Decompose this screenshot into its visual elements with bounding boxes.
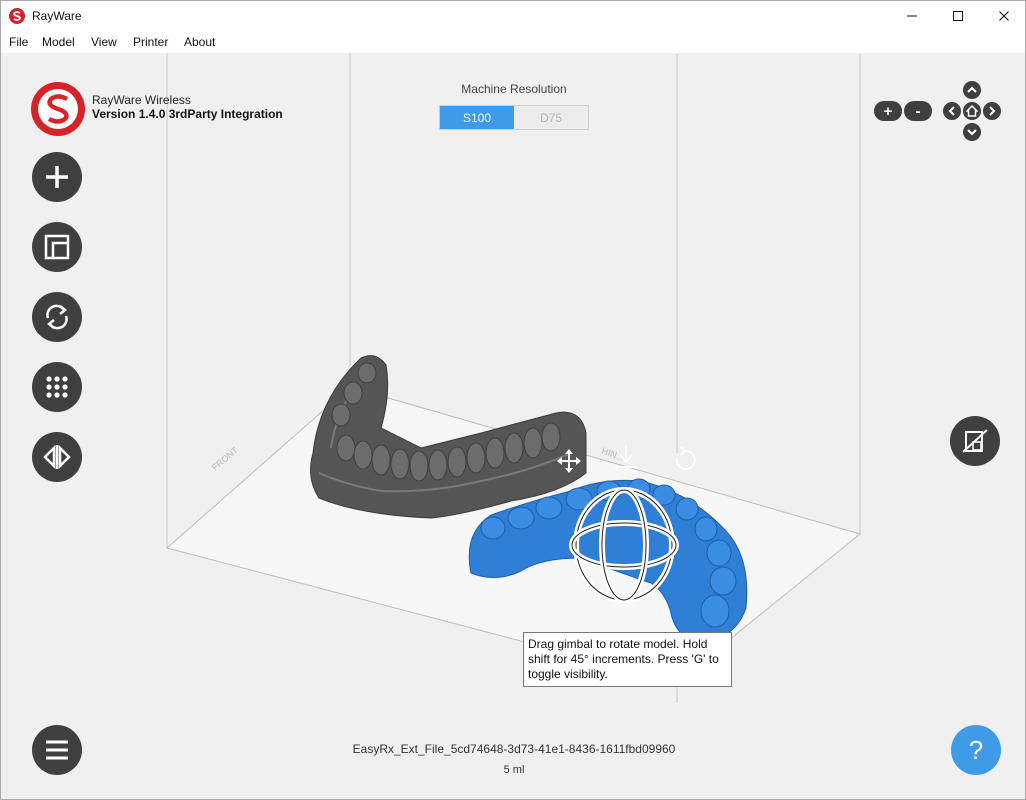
plate-front-label: FRONT — [210, 445, 241, 473]
build-scene[interactable]: FRONT HIN... — [1, 53, 1025, 799]
machine-resolution-label: Machine Resolution — [461, 82, 567, 96]
camera-right-button[interactable] — [983, 102, 1001, 120]
camera-down-button[interactable] — [963, 123, 981, 141]
resolution-option-s100[interactable]: S100 — [440, 106, 514, 129]
model-file-name: EasyRx_Ext_File_5cd74648-3d73-41e1-8436-… — [352, 742, 676, 756]
machine-resolution-toggle: S100 D75 — [439, 105, 589, 130]
zoom-out-button[interactable]: - — [904, 101, 932, 121]
zoom-in-button[interactable]: + — [874, 101, 902, 121]
camera-left-button[interactable] — [943, 102, 961, 120]
gimbal-tooltip: Drag gimbal to rotate model. Hold shift … — [523, 632, 732, 687]
menu-model[interactable]: Model — [42, 35, 75, 49]
menu-file[interactable]: File — [9, 35, 28, 49]
minimize-icon — [907, 15, 917, 17]
brand-version: Version 1.4.0 3rdParty Integration — [92, 107, 283, 121]
reset-rotation-icon — [675, 446, 696, 470]
chevron-up-icon — [967, 86, 977, 93]
brand-name: RayWare Wireless — [92, 93, 191, 107]
mirror-icon — [43, 444, 71, 470]
help-button[interactable]: ? — [951, 725, 1001, 775]
menu-view[interactable]: View — [91, 35, 117, 49]
close-button[interactable] — [981, 1, 1026, 31]
cross-section-button[interactable] — [950, 416, 1000, 466]
camera-up-button[interactable] — [963, 81, 981, 99]
maximize-icon — [953, 11, 963, 21]
close-icon — [999, 11, 1009, 21]
camera-nav-pad — [941, 81, 1003, 141]
title-bar[interactable]: RayWare — [1, 1, 1025, 31]
rayware-brand-logo — [31, 82, 85, 136]
grid-dots-icon — [46, 376, 68, 398]
window-title: RayWare — [32, 9, 82, 23]
app-window: RayWare File Model View Printer About FR… — [0, 0, 1026, 800]
layout-button[interactable] — [32, 222, 82, 272]
model-volume: 5 ml — [503, 764, 525, 776]
mirror-button[interactable] — [32, 432, 82, 482]
resolution-option-d75[interactable]: D75 — [514, 106, 588, 129]
camera-home-button[interactable] — [963, 102, 981, 120]
add-model-button[interactable] — [32, 152, 82, 202]
minimize-button[interactable] — [889, 1, 935, 31]
hamburger-menu-icon — [46, 740, 68, 760]
plus-icon — [46, 166, 68, 188]
chevron-down-icon — [967, 129, 977, 136]
orient-button[interactable] — [32, 292, 82, 342]
main-menu-button[interactable] — [32, 725, 82, 775]
menu-printer[interactable]: Printer — [133, 35, 168, 49]
rotate-arrows-icon — [46, 304, 68, 330]
home-icon — [966, 105, 978, 117]
chevron-right-icon — [989, 106, 996, 116]
layout-icon — [44, 234, 70, 260]
cross-section-icon — [962, 429, 988, 453]
rayware-logo-icon — [9, 8, 25, 24]
menu-about[interactable]: About — [184, 35, 215, 49]
chevron-left-icon — [948, 106, 955, 116]
menu-bar: File Model View Printer About — [1, 31, 1025, 53]
supports-button[interactable] — [32, 362, 82, 412]
3d-viewport[interactable]: FRONT HIN... RayWare Wireless Version 1.… — [1, 53, 1025, 799]
maximize-button[interactable] — [935, 1, 981, 31]
